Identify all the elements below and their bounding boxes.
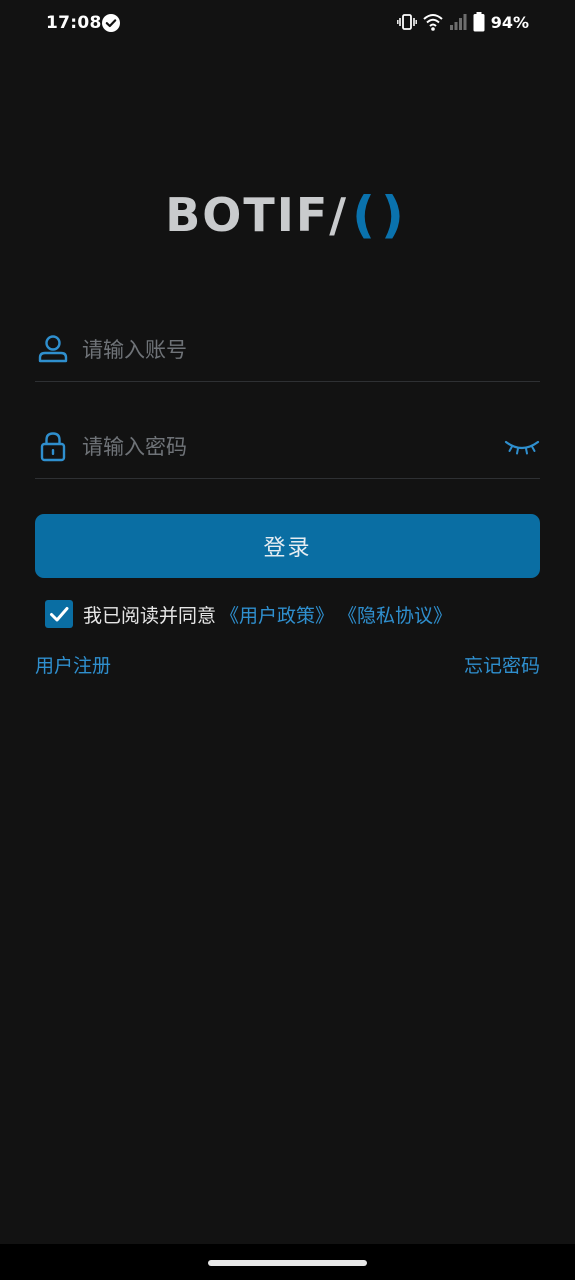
app-logo: BOTIF /(): [0, 180, 575, 250]
status-time: 17:08: [46, 13, 102, 33]
login-button[interactable]: 登录: [35, 514, 540, 578]
password-input[interactable]: [82, 426, 482, 468]
lock-icon: [40, 432, 66, 462]
eye-closed-icon[interactable]: [504, 436, 540, 458]
signal-icon: [449, 14, 467, 30]
battery-icon: [473, 12, 485, 32]
privacy-policy-link[interactable]: 《隐私协议》: [338, 601, 452, 628]
checkmark-icon: [50, 607, 69, 622]
navigation-bar: [0, 1244, 575, 1280]
vibrate-icon: [396, 14, 417, 30]
forgot-password-link[interactable]: 忘记密码: [464, 651, 540, 678]
status-bar: 17:08 94%: [0, 0, 575, 48]
register-link[interactable]: 用户注册: [35, 651, 111, 678]
check-circle-icon: [102, 14, 120, 32]
status-icons: 94%: [396, 12, 529, 32]
home-indicator[interactable]: [208, 1260, 367, 1266]
account-field: [35, 321, 540, 382]
battery-percent: 94%: [490, 12, 529, 32]
account-input[interactable]: [82, 329, 482, 371]
logo-text: BOTIF: [165, 188, 330, 242]
agreement-text: 我已阅读并同意: [83, 604, 217, 627]
password-field: [35, 418, 540, 479]
agreement-row: 我已阅读并同意 《用户政策》 《隐私协议》: [45, 598, 452, 630]
logo-mark: /: [329, 188, 349, 242]
wifi-icon: [423, 14, 443, 31]
logo-accent: (): [352, 186, 410, 244]
user-policy-link[interactable]: 《用户政策》: [220, 601, 334, 628]
user-icon: [38, 335, 68, 363]
agreement-checkbox[interactable]: [45, 600, 73, 628]
